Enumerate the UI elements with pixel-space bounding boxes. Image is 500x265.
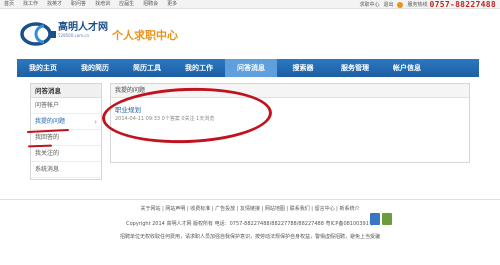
sidebar-item-system-messages[interactable]: 系统消息 xyxy=(31,162,101,178)
nav-item-my-jobs[interactable]: 我的工作 xyxy=(173,59,225,77)
nav-item-qa-messages[interactable]: 问答消息 xyxy=(225,59,277,77)
nav-item-resume-tools[interactable]: 简历工具 xyxy=(121,59,173,77)
chevron-right-icon: › xyxy=(94,118,97,126)
sidebar-item-my-questions[interactable]: 我提的问题 › xyxy=(31,114,101,130)
footer-badges xyxy=(370,213,394,225)
footer-links[interactable]: 关于网站 | 网站声明 | 收费标准 | 广告投放 | 友情链接 | 网站地图 … xyxy=(0,205,500,212)
hotline-label: 服务热线 xyxy=(407,2,428,8)
sidebar-item-label: 系统消息 xyxy=(35,166,60,173)
top-link-qa[interactable]: 职问答 xyxy=(71,1,86,8)
hotline-number: 0757-88227488 xyxy=(429,0,496,9)
footer-copyright: Copyright 2014 高明人才网 版权所有 电话：0757-882274… xyxy=(126,221,374,227)
sidebar-item-my-answers[interactable]: 我回答的 xyxy=(31,130,101,146)
top-right-group: 求职中心 退出 服务热线 0757-88227488 xyxy=(355,0,496,9)
job-center-link[interactable]: 求职中心 xyxy=(359,1,379,8)
security-badge-icon[interactable] xyxy=(382,213,392,225)
sidebar-item-label: 我提的问题 xyxy=(35,118,66,125)
top-link-home[interactable]: 首页 xyxy=(4,1,14,8)
top-link-jobs[interactable]: 找工作 xyxy=(23,1,38,8)
top-link-training[interactable]: 找培训 xyxy=(95,1,110,8)
sidebar-item-following[interactable]: 我关注的 xyxy=(31,146,101,162)
sidebar-title: 问答消息 xyxy=(31,84,101,98)
nav-item-home[interactable]: 我的主页 xyxy=(17,59,69,77)
site-url: 528500.com.cn xyxy=(58,33,90,38)
sidebar-item-qa-account[interactable]: 问答帐户 xyxy=(31,98,101,114)
nav-item-services[interactable]: 服务管理 xyxy=(329,59,381,77)
top-utility-bar: 首页 找工作 找英才 职问答 找培训 应届生 招聘会 更多 求职中心 退出 服务… xyxy=(0,0,500,9)
nav-item-account[interactable]: 帐户信息 xyxy=(381,59,433,77)
sidebar-item-label: 我回答的 xyxy=(35,134,60,141)
phone-icon xyxy=(397,1,404,8)
top-link-graduates[interactable]: 应届生 xyxy=(119,1,134,8)
sidebar-item-label: 我关注的 xyxy=(35,150,60,157)
site-logo-icon[interactable] xyxy=(20,17,60,49)
sidebar-item-label: 问答帐户 xyxy=(35,102,60,109)
nav-item-searcher[interactable]: 搜索器 xyxy=(277,59,329,77)
footer-divider xyxy=(0,199,500,200)
nav-item-resume[interactable]: 我的简历 xyxy=(69,59,121,77)
trust-badge-icon[interactable] xyxy=(370,213,380,225)
top-link-job-fairs[interactable]: 招聘会 xyxy=(143,1,158,8)
main-nav: 我的主页 我的简历 简历工具 我的工作 问答消息 搜索器 服务管理 帐户信息 xyxy=(17,59,479,77)
site-name: 高明人才网 xyxy=(58,22,108,33)
footer-notice: 招聘单位无权收取任何费用，请求职人员加强自我保护意识，按劳动法规保护自身权益，警… xyxy=(119,234,380,240)
logout-link[interactable]: 退出 xyxy=(383,1,393,8)
top-link-more[interactable]: 更多 xyxy=(167,1,177,8)
top-links: 首页 找工作 找英才 职问答 找培训 应届生 招聘会 更多 xyxy=(4,1,186,8)
top-link-talents[interactable]: 找英才 xyxy=(47,1,62,8)
center-title: 个人求职中心 xyxy=(112,29,178,42)
page: 首页 找工作 找英才 职问答 找培训 应届生 招聘会 更多 求职中心 退出 服务… xyxy=(0,0,500,265)
